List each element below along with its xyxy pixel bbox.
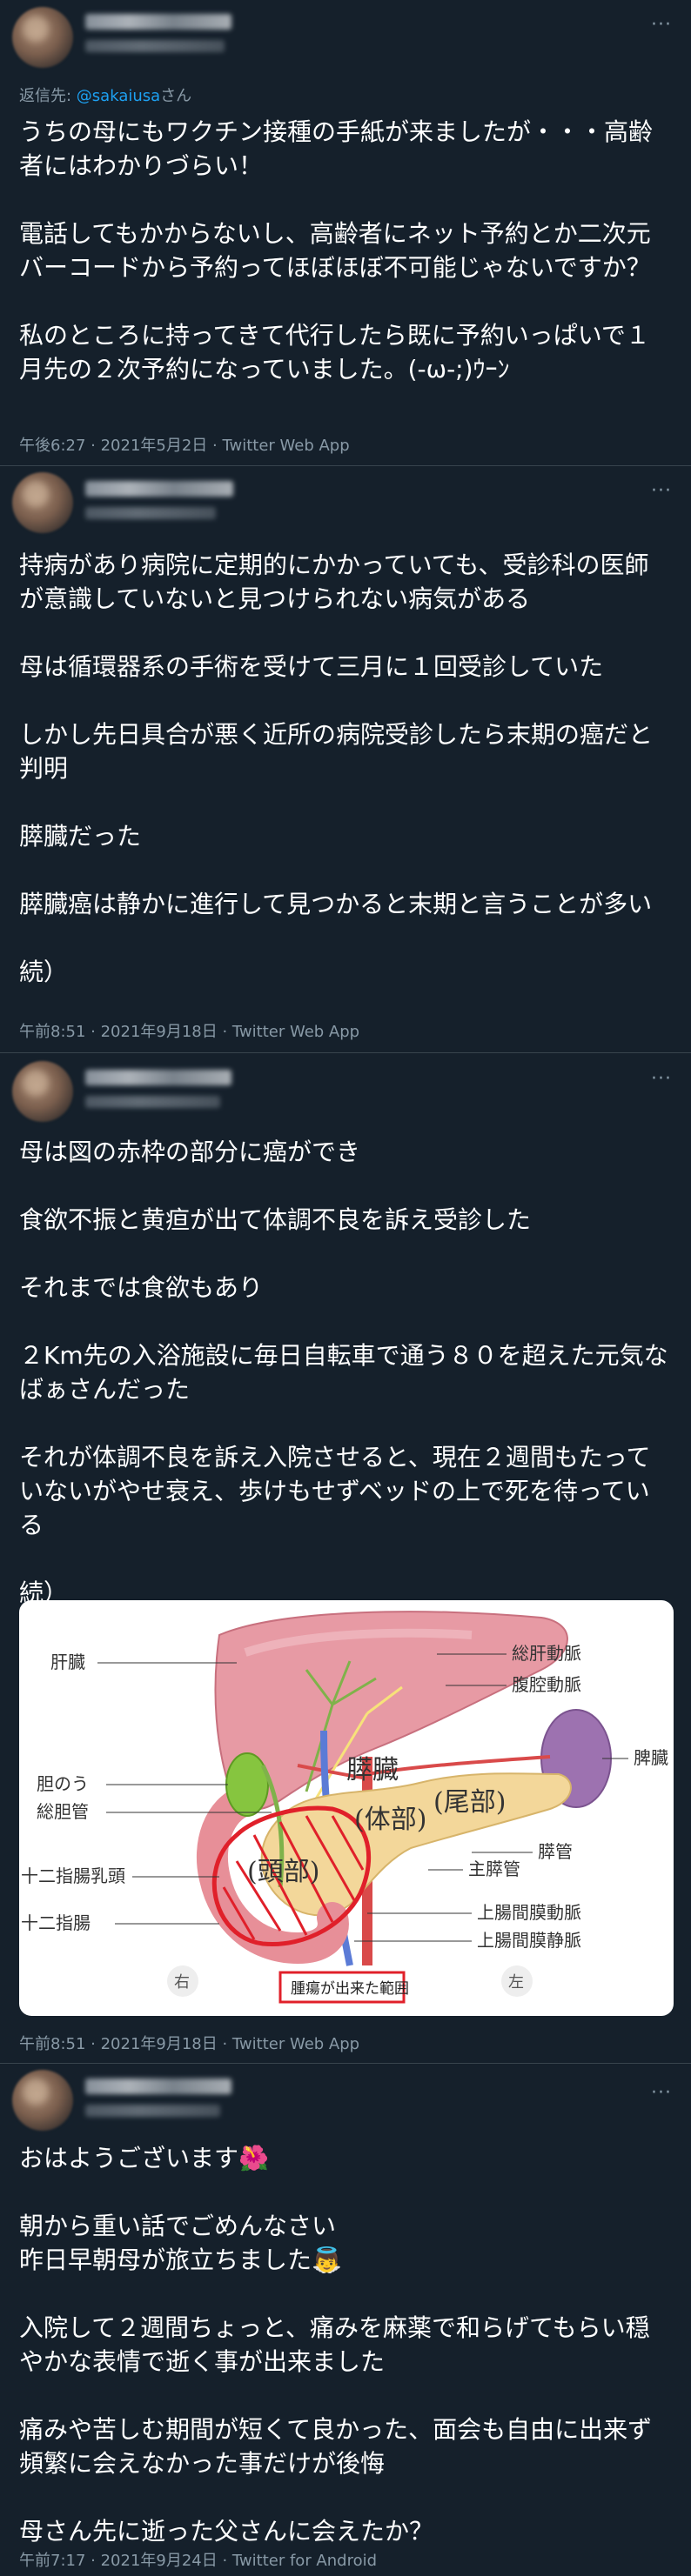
gallbladder-shape bbox=[225, 1752, 269, 1817]
display-name-blurred[interactable] bbox=[85, 481, 233, 497]
label-liver: 肝臓 bbox=[50, 1652, 85, 1672]
avatar[interactable] bbox=[12, 472, 73, 533]
label-sma: 上腸間膜動脈 bbox=[477, 1902, 581, 1923]
label-papilla: 十二指腸乳頭 bbox=[21, 1865, 125, 1886]
tweet-timestamp[interactable]: 午前8:51 · 2021年9月18日 · Twitter Web App bbox=[19, 2032, 359, 2054]
avatar[interactable] bbox=[12, 7, 73, 68]
reply-to-line: 返信先: @sakaiusaさん bbox=[19, 83, 191, 106]
label-pancreatic-duct: 膵管 bbox=[538, 1841, 573, 1862]
display-name-blurred[interactable] bbox=[85, 2079, 231, 2094]
pancreas-diagram: 肝臓 胆のう 総胆管 十二指腸乳頭 十二指腸 総肝動脈 腹腔動脈 脾臓 膵管 主… bbox=[21, 1611, 668, 2004]
pancreas-shape bbox=[260, 1772, 572, 1917]
tweet-text: おはようございます🌺 朝から重い話でごめんなさい 昨日早朝母が旅立ちました👼 入… bbox=[19, 2144, 653, 2546]
display-name-blurred[interactable] bbox=[85, 1070, 231, 1085]
label-main-pancreatic-duct: 主膵管 bbox=[468, 1859, 520, 1879]
label-pancreas: 膵臓 bbox=[346, 1755, 399, 1785]
label-duodenum: 十二指腸 bbox=[21, 1912, 91, 1933]
more-options-icon[interactable]: ··· bbox=[651, 1070, 672, 1089]
avatar[interactable] bbox=[12, 2070, 73, 2131]
label-head: (頭部) bbox=[247, 1857, 319, 1887]
divider bbox=[0, 1052, 691, 1053]
more-options-icon[interactable]: ··· bbox=[651, 482, 672, 501]
handle-blurred[interactable] bbox=[85, 1096, 220, 1108]
handle-blurred[interactable] bbox=[85, 2105, 220, 2117]
reply-mention-link[interactable]: @sakaiusa bbox=[77, 87, 160, 105]
figure-caption: 腫瘍が出来た範囲 bbox=[291, 1980, 409, 1998]
label-spleen: 脾臓 bbox=[634, 1747, 668, 1768]
label-bile-duct: 総胆管 bbox=[37, 1801, 89, 1822]
label-smv: 上腸間膜静脈 bbox=[477, 1930, 581, 1951]
reply-prefix: 返信先: bbox=[19, 87, 77, 105]
avatar[interactable] bbox=[12, 1061, 73, 1122]
pancreas-diagram-image[interactable]: 肝臓 胆のう 総胆管 十二指腸乳頭 十二指腸 総肝動脈 腹腔動脈 脾臓 膵管 主… bbox=[19, 1600, 674, 2016]
tweet-text: 母は図の赤枠の部分に癌ができ 食欲不振と黄疸が出て体調不良を訴え受診した それま… bbox=[19, 1138, 668, 1607]
tweet-timestamp[interactable]: 午前8:51 · 2021年9月18日 · Twitter Web App bbox=[19, 1019, 359, 1042]
label-tail: (尾部) bbox=[433, 1787, 506, 1818]
handle-blurred[interactable] bbox=[85, 507, 216, 519]
tweet-timestamp[interactable]: 午後6:27 · 2021年5月2日 · Twitter Web App bbox=[19, 433, 350, 456]
label-body: (体部) bbox=[354, 1805, 426, 1835]
more-options-icon[interactable]: ··· bbox=[651, 2084, 672, 2103]
label-left: 左 bbox=[508, 1973, 524, 1992]
divider bbox=[0, 2063, 691, 2064]
label-hepatic-artery: 総肝動脈 bbox=[512, 1643, 581, 1664]
label-right: 右 bbox=[174, 1973, 190, 1992]
tweet-timestamp[interactable]: 午前7:17 · 2021年9月24日 · Twitter for Androi… bbox=[19, 2548, 377, 2571]
more-options-icon[interactable]: ··· bbox=[651, 16, 672, 35]
tweet-text: うちの母にもワクチン接種の手紙が来ましたが・・・高齢者にはわかりづらい！ 電話し… bbox=[19, 117, 654, 384]
label-celiac-artery: 腹腔動脈 bbox=[512, 1674, 581, 1695]
tweet-text: 持病があり病院に定期的にかかっていても、受診科の医師が意識していないと見つけられ… bbox=[19, 551, 654, 986]
display-name-blurred[interactable] bbox=[85, 14, 231, 30]
reply-suffix: さん bbox=[160, 87, 192, 105]
divider bbox=[0, 465, 691, 466]
handle-blurred[interactable] bbox=[85, 40, 225, 52]
label-gallbladder: 胆のう bbox=[37, 1773, 89, 1794]
